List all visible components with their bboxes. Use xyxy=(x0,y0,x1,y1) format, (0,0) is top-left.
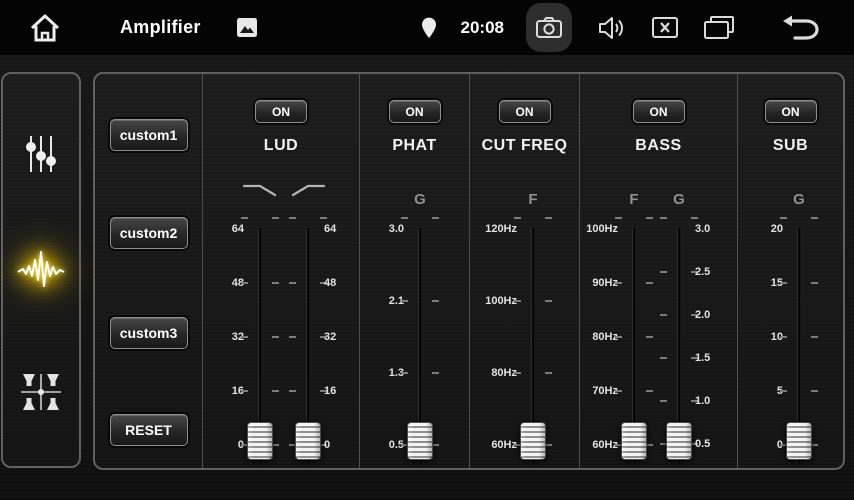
fader-scale: 2015 105 0 xyxy=(738,217,783,472)
fader-scale: 100Hz90Hz 80Hz70Hz 60Hz xyxy=(580,217,618,472)
lud-right-fader[interactable] xyxy=(288,217,328,472)
phat-gain-fader[interactable] xyxy=(400,217,440,472)
channel-title: SUB xyxy=(738,137,843,155)
fader-knob[interactable] xyxy=(621,422,647,460)
channel-title: BASS xyxy=(580,137,737,155)
fader-knob[interactable] xyxy=(666,422,692,460)
back-button[interactable] xyxy=(782,14,820,41)
camera-button[interactable] xyxy=(526,3,572,52)
cut-freq-sliders: 120Hz100Hz 80Hz60Hz xyxy=(470,217,579,472)
reset-button[interactable]: RESET xyxy=(110,414,188,446)
custom3-button[interactable]: custom3 xyxy=(110,317,188,349)
param-label: F xyxy=(528,191,537,208)
volume-icon xyxy=(598,15,626,41)
status-bar: Amplifier 20:08 xyxy=(0,0,854,55)
equalizer-sliders-icon xyxy=(23,134,59,174)
channel-phat: ON PHAT G 3.02.1 1.30.5 xyxy=(359,74,469,468)
sidebar xyxy=(1,72,81,468)
channel-title: PHAT xyxy=(360,137,469,155)
custom2-button[interactable]: custom2 xyxy=(110,217,188,249)
lud-sliders: 6448 3216 0 6448 3216 0 xyxy=(203,217,359,472)
gps-status-icon xyxy=(421,17,437,39)
recent-apps-icon xyxy=(704,16,734,39)
fader-knob[interactable] xyxy=(407,422,433,460)
fader-scale: 3.02.5 2.01.5 1.00.5 xyxy=(695,217,735,472)
param-label: F xyxy=(629,191,638,208)
gallery-icon xyxy=(237,18,257,37)
recent-apps-button[interactable] xyxy=(704,16,734,39)
gallery-button[interactable] xyxy=(237,18,257,37)
phat-on-button[interactable]: ON xyxy=(389,100,441,123)
fader-scale: 3.02.1 1.30.5 xyxy=(360,217,404,472)
fader-scale: 120Hz100Hz 80Hz60Hz xyxy=(470,217,517,472)
channel-title: CUT FREQ xyxy=(470,137,579,155)
channel-bass: ON BASS F G 100Hz90Hz 80Hz70Hz 60Hz 3.02… xyxy=(579,74,737,468)
fader-knob[interactable] xyxy=(295,422,321,460)
param-label: G xyxy=(673,191,685,208)
close-window-button[interactable] xyxy=(652,17,678,38)
sidebar-item-balance[interactable] xyxy=(19,370,63,414)
bass-sliders: 100Hz90Hz 80Hz70Hz 60Hz 3.02.5 2.01.5 1.… xyxy=(580,217,737,472)
phat-sliders: 3.02.1 1.30.5 xyxy=(360,217,469,472)
home-button[interactable] xyxy=(28,12,62,44)
channel-cut-freq: ON CUT FREQ F 120Hz100Hz 80Hz60Hz xyxy=(469,74,579,468)
bass-freq-fader[interactable] xyxy=(614,217,654,472)
page-title: Amplifier xyxy=(120,17,201,38)
fader-knob[interactable] xyxy=(520,422,546,460)
channel-lud: ON LUD 6448 3216 0 644 xyxy=(202,74,359,468)
channel-sub: ON SUB G 2015 105 0 xyxy=(737,74,843,468)
sidebar-item-sound-effects[interactable] xyxy=(17,249,65,291)
highpass-curve-icon xyxy=(289,182,327,198)
cut-freq-on-button[interactable]: ON xyxy=(499,100,551,123)
bass-gain-fader[interactable] xyxy=(659,217,699,472)
fader-scale: 6448 3216 0 xyxy=(324,217,364,472)
param-label: G xyxy=(414,191,426,208)
fader-knob[interactable] xyxy=(247,422,273,460)
custom1-button[interactable]: custom1 xyxy=(110,119,188,151)
lowpass-curve-icon xyxy=(241,182,279,198)
volume-button[interactable] xyxy=(598,15,626,41)
param-label: G xyxy=(793,191,805,208)
speaker-balance-icon xyxy=(19,370,63,414)
bass-on-button[interactable]: ON xyxy=(633,100,685,123)
presets-column: custom1 custom2 custom3 RESET xyxy=(95,74,202,468)
back-icon xyxy=(782,14,820,41)
lud-left-fader[interactable] xyxy=(240,217,280,472)
fader-scale: 6448 3216 0 xyxy=(203,217,244,472)
lud-on-button[interactable]: ON xyxy=(255,100,307,123)
close-icon xyxy=(652,17,678,38)
sub-on-button[interactable]: ON xyxy=(765,100,817,123)
amplifier-panel: custom1 custom2 custom3 RESET ON LUD 644… xyxy=(93,72,845,470)
cut-freq-fader[interactable] xyxy=(513,217,553,472)
camera-icon xyxy=(535,16,563,40)
sub-sliders: 2015 105 0 xyxy=(738,217,843,472)
fader-knob[interactable] xyxy=(786,422,812,460)
waveform-icon xyxy=(17,249,65,291)
clock: 20:08 xyxy=(461,18,504,38)
home-icon xyxy=(28,12,62,44)
sub-gain-fader[interactable] xyxy=(779,217,819,472)
channel-title: LUD xyxy=(203,137,359,155)
sidebar-item-equalizer[interactable] xyxy=(23,134,59,174)
